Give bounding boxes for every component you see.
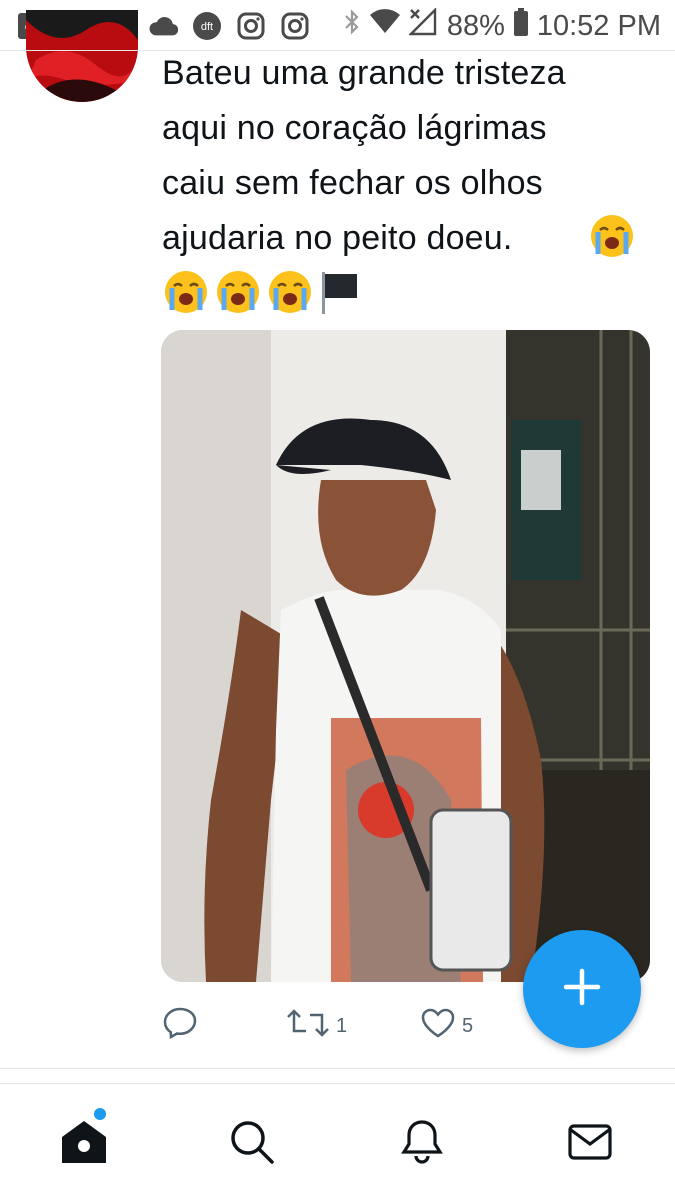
home-icon: [59, 1118, 109, 1171]
reply-button[interactable]: [162, 1004, 204, 1048]
retweet-button[interactable]: 1: [286, 1004, 347, 1048]
tweet-actions: 1 5: [162, 1004, 582, 1048]
dft-icon: dft: [192, 11, 222, 41]
nav-notifications[interactable]: [392, 1114, 452, 1174]
cellular-signal-icon: [407, 7, 439, 44]
tweet-text-line: Bateu uma grande tristeza: [162, 54, 566, 92]
loudly-crying-face-icon: [588, 212, 636, 265]
tweet-divider: [0, 1068, 675, 1069]
clock: 10:52 PM: [536, 9, 661, 42]
notifications-icon: [400, 1118, 444, 1171]
battery-percent: 88%: [446, 9, 505, 42]
battery-icon: [513, 7, 529, 45]
nav-search[interactable]: [222, 1114, 282, 1174]
reply-icon: [162, 1006, 198, 1046]
loudly-crying-face-icon: [266, 268, 314, 316]
loudly-crying-face-icon: [162, 268, 210, 316]
bottom-navigation: [0, 1084, 675, 1200]
avatar[interactable]: [26, 10, 138, 102]
nav-messages[interactable]: [560, 1114, 620, 1174]
emoji-row: [162, 268, 362, 316]
dft-label: dft: [201, 21, 213, 33]
black-flag-icon: [318, 268, 362, 316]
loudly-crying-face-icon: [214, 268, 262, 316]
like-count: 5: [462, 1014, 474, 1037]
retweet-icon: [286, 1007, 330, 1045]
retweet-count: 1: [336, 1014, 348, 1037]
wifi-icon: [369, 9, 401, 43]
plus-icon: [562, 967, 602, 1012]
tweet-photo[interactable]: [161, 330, 650, 982]
heart-icon: [420, 1007, 456, 1045]
cloud-icon: [148, 11, 178, 41]
compose-tweet-button[interactable]: [523, 930, 641, 1048]
tweet-text-line: caiu sem fechar os olhos: [162, 164, 543, 202]
like-button[interactable]: 5: [420, 1004, 473, 1048]
tweet-text: Bateu uma grande tristeza aqui no coraçã…: [162, 46, 662, 266]
instagram-icon: [236, 11, 266, 41]
search-icon: [229, 1119, 275, 1170]
status-system-icons: 88% 10:52 PM: [343, 6, 661, 46]
tweet-text-line: ajudaria no peito doeu.: [162, 219, 513, 257]
instagram-icon: [280, 11, 310, 41]
tweet-text-line: aqui no coração lágrimas: [162, 109, 547, 147]
nav-home[interactable]: [54, 1114, 114, 1174]
bluetooth-icon: [343, 8, 361, 44]
home-new-dot: [94, 1108, 106, 1120]
messages-icon: [567, 1122, 613, 1167]
